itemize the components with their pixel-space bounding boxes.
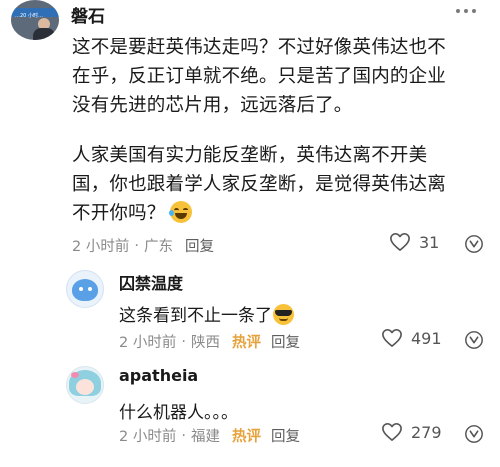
- location: 广东: [143, 239, 173, 255]
- more-options-icon[interactable]: [456, 3, 480, 19]
- like-count: 491: [411, 328, 442, 348]
- comment-text-line: 在乎，反正订单就不绝。只是苦了国内的企业: [72, 66, 447, 87]
- heart-icon: [390, 233, 410, 251]
- reply-text: 这条看到不止一条了: [119, 306, 272, 326]
- sunglasses-emoji-icon: [273, 304, 294, 325]
- comment-text-line: 人家美国有实力能反垄断，英伟达离不开美: [72, 145, 428, 166]
- timestamp: 2 小时前: [119, 335, 177, 351]
- comment-meta: 2 小时前 · 陕西 热评 回复: [119, 331, 300, 352]
- username[interactable]: apatheia: [119, 366, 198, 385]
- avatar[interactable]: [66, 270, 104, 308]
- dislike-icon[interactable]: [464, 330, 484, 350]
- like-button[interactable]: 491: [381, 328, 442, 348]
- hot-comment-badge: 热评: [231, 335, 261, 351]
- dislike-icon[interactable]: [464, 424, 484, 444]
- comment-text-line: 这不是要赶英伟达走吗？不过好像英伟达也不: [72, 37, 447, 58]
- reply-text-wrap: 这条看到不止一条了: [119, 301, 294, 326]
- location: 福建: [190, 429, 220, 445]
- timestamp: 2 小时前: [72, 239, 130, 255]
- comment-meta: 2 小时前 · 福建 热评 回复: [119, 425, 300, 446]
- comment-text-line: 没有先进的芯片用，远远落后了。: [72, 95, 353, 116]
- comment-text-line: 国，你也跟着学人家反垄断，是觉得英伟达离: [72, 174, 447, 195]
- meta-separator: ·: [181, 333, 186, 350]
- reply-button[interactable]: 回复: [271, 331, 300, 352]
- comment-meta: 2 小时前 · 广东 回复: [72, 235, 214, 256]
- hot-comment-badge: 热评: [231, 429, 261, 445]
- like-count: 279: [411, 422, 442, 442]
- username[interactable]: 囚禁温度: [119, 270, 183, 294]
- comment-text-line: 不开你吗？: [72, 203, 166, 224]
- timestamp: 2 小时前: [119, 429, 177, 445]
- reply-button[interactable]: 回复: [185, 235, 214, 256]
- avatar-banner-text: …20 小时…: [15, 13, 43, 19]
- heart-icon: [382, 329, 402, 347]
- reply-text: 什么机器人。。。: [119, 403, 238, 423]
- heart-icon: [382, 423, 402, 441]
- like-button[interactable]: 31: [389, 232, 439, 252]
- meta-separator: ·: [181, 427, 186, 444]
- comment-text-last: 不开你吗？: [72, 199, 192, 228]
- like-button[interactable]: 279: [381, 422, 442, 442]
- avatar[interactable]: [66, 366, 104, 404]
- laughing-emoji-icon: [168, 201, 192, 223]
- location: 陕西: [190, 335, 220, 351]
- avatar[interactable]: …20 小时…: [11, 0, 59, 40]
- dislike-icon[interactable]: [464, 234, 484, 254]
- reply-button[interactable]: 回复: [271, 425, 300, 446]
- meta-separator: ·: [134, 237, 139, 254]
- username[interactable]: 磐石: [71, 2, 105, 27]
- like-count: 31: [419, 232, 440, 252]
